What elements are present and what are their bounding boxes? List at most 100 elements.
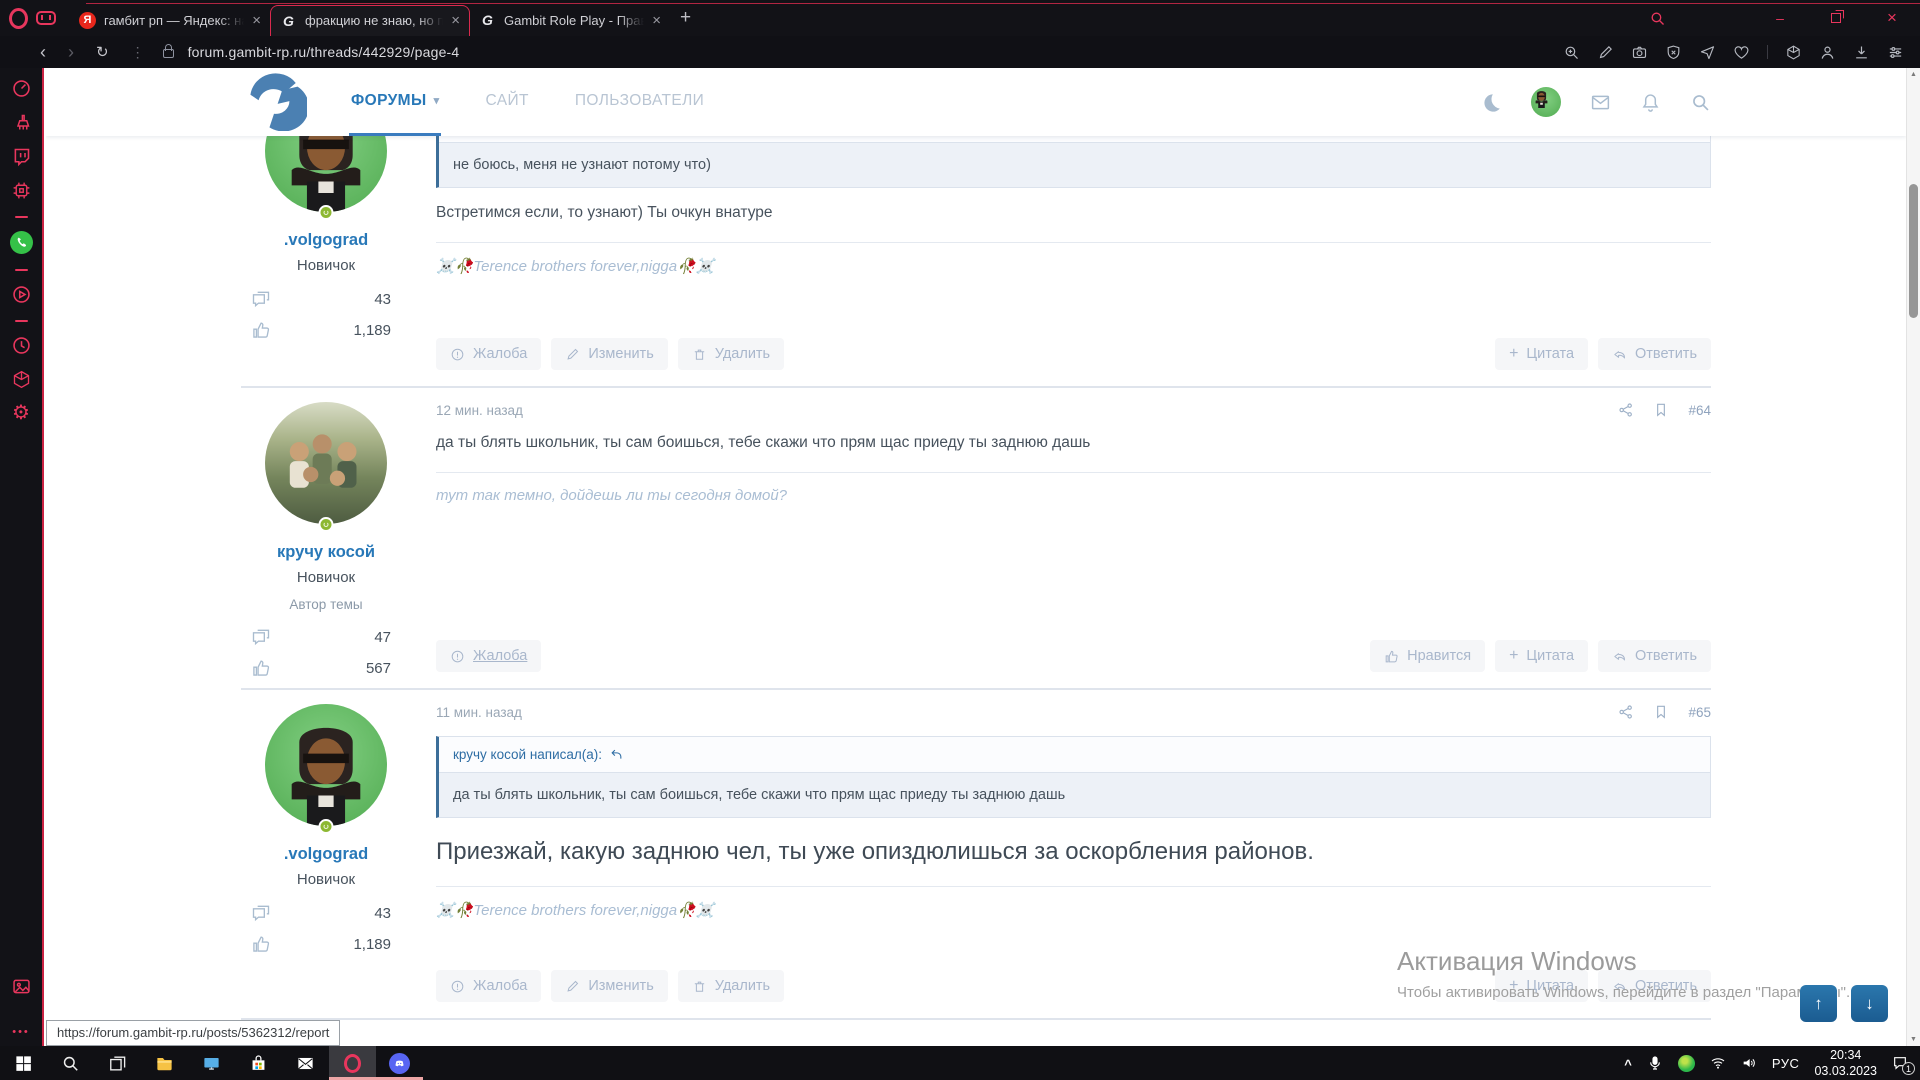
gx-mods-icon[interactable] xyxy=(11,180,32,201)
tab-search-icon[interactable] xyxy=(1649,10,1666,27)
avatar[interactable] xyxy=(265,136,387,212)
post-number-link[interactable]: #65 xyxy=(1688,705,1711,720)
lock-icon[interactable] xyxy=(163,49,174,58)
mail-app-button[interactable] xyxy=(282,1046,329,1080)
quote-button[interactable]: +Цитата xyxy=(1495,338,1588,370)
url-text[interactable]: forum.gambit-rp.ru/threads/442929/page-4 xyxy=(188,44,460,60)
delete-button[interactable]: Удалить xyxy=(678,338,784,370)
microsoft-store-button[interactable] xyxy=(235,1046,282,1080)
start-button[interactable] xyxy=(0,1046,47,1080)
scrollbar-up-arrow[interactable]: ▲ xyxy=(1907,71,1920,78)
tab-active-thread[interactable]: G фракцию не знаю, но по п × xyxy=(270,5,470,36)
bookmark-icon[interactable] xyxy=(1653,704,1669,720)
maximize-button[interactable] xyxy=(1808,3,1864,33)
dark-mode-moon-icon[interactable] xyxy=(1481,92,1502,113)
easy-setup-icon[interactable] xyxy=(1887,44,1904,61)
reply-button[interactable]: Ответить xyxy=(1598,970,1711,1002)
post-number-link[interactable]: #64 xyxy=(1688,403,1711,418)
tab-gambit-rules[interactable]: G Gambit Role Play - Правил × xyxy=(470,5,670,36)
close-tab-icon[interactable]: × xyxy=(652,13,661,28)
share-icon[interactable] xyxy=(1618,704,1634,720)
snapshot-icon[interactable] xyxy=(1631,44,1648,61)
file-explorer-button[interactable] xyxy=(141,1046,188,1080)
post-time[interactable]: 12 мин. назад xyxy=(436,403,523,418)
taskbar-clock[interactable]: 20:34 03.03.2023 xyxy=(1814,1047,1877,1080)
adblock-shield-icon[interactable] xyxy=(1665,44,1682,61)
site-options-icon[interactable]: ⋮ xyxy=(131,44,145,61)
share-icon[interactable] xyxy=(1618,402,1634,418)
extensions-cube-icon[interactable] xyxy=(1785,44,1802,61)
alerts-bell-icon[interactable] xyxy=(1640,92,1661,113)
tab-yandex[interactable]: Я гамбит рп — Яндекс: наш × xyxy=(70,5,270,36)
player-icon[interactable] xyxy=(11,284,32,305)
whatsapp-icon[interactable] xyxy=(10,231,33,254)
my-account-avatar[interactable] xyxy=(1531,87,1561,117)
username-link[interactable]: .volgograd xyxy=(284,845,368,864)
keyboard-language[interactable]: РУС xyxy=(1772,1056,1800,1071)
quote-button[interactable]: +Цитата xyxy=(1495,970,1588,1002)
nav-users[interactable]: ПОЛЬЗОВАТЕЛИ xyxy=(573,68,706,136)
like-button[interactable]: Нравится xyxy=(1370,640,1485,672)
edit-page-icon[interactable] xyxy=(1597,44,1614,61)
delete-button[interactable]: Удалить xyxy=(678,970,784,1002)
back-icon[interactable]: ‹ xyxy=(40,43,46,61)
report-button[interactable]: Жалоба xyxy=(436,640,541,672)
minimize-button[interactable]: – xyxy=(1752,3,1808,33)
opera-gx-taskbar-button[interactable] xyxy=(329,1046,376,1080)
username-link[interactable]: кручу косой xyxy=(277,543,375,562)
hidden-icons-chevron[interactable]: ^ xyxy=(1624,1057,1632,1072)
close-tab-icon[interactable]: × xyxy=(252,13,261,28)
reload-icon[interactable]: ↻ xyxy=(96,45,109,60)
jump-to-bottom-button[interactable]: ↓ xyxy=(1851,985,1888,1022)
gx-control-icon[interactable] xyxy=(11,78,32,99)
quote-button[interactable]: +Цитата xyxy=(1495,640,1588,672)
close-window-button[interactable]: × xyxy=(1864,3,1920,33)
sidebar-more-icon[interactable]: ••• xyxy=(12,1026,30,1038)
extensions-box-icon[interactable] xyxy=(11,369,32,390)
task-view-button[interactable] xyxy=(94,1046,141,1080)
discord-taskbar-button[interactable] xyxy=(376,1046,423,1080)
page-scrollbar[interactable]: ▲ ▼ xyxy=(1906,68,1920,1046)
gx-corner-icon[interactable] xyxy=(36,11,56,25)
quote-jump-icon[interactable] xyxy=(610,748,623,761)
settings-gear-icon[interactable]: ⚙ xyxy=(12,403,30,423)
reply-button[interactable]: Ответить xyxy=(1598,640,1711,672)
microphone-tray-icon[interactable] xyxy=(1647,1055,1663,1071)
twitch-icon[interactable] xyxy=(11,146,32,167)
edit-button[interactable]: Изменить xyxy=(551,338,667,370)
nav-forums[interactable]: ФОРУМЫ ▾ xyxy=(349,68,441,136)
snapshot-image-icon[interactable] xyxy=(11,976,32,997)
inbox-mail-icon[interactable] xyxy=(1590,92,1611,113)
search-icon[interactable] xyxy=(1690,92,1711,113)
report-button[interactable]: Жалоба xyxy=(436,338,541,370)
gx-cleaner-icon[interactable] xyxy=(11,112,32,133)
history-clock-icon[interactable] xyxy=(11,335,32,356)
reply-button[interactable]: Ответить xyxy=(1598,338,1711,370)
forward-icon[interactable]: › xyxy=(68,43,74,61)
downloads-icon[interactable] xyxy=(1853,44,1870,61)
bookmark-icon[interactable] xyxy=(1653,402,1669,418)
bookmark-heart-icon[interactable] xyxy=(1733,44,1750,61)
opera-menu-icon[interactable] xyxy=(9,8,28,29)
profile-icon[interactable] xyxy=(1819,44,1836,61)
zoom-icon[interactable] xyxy=(1563,44,1580,61)
taskbar-search-button[interactable] xyxy=(47,1046,94,1080)
action-center-button[interactable]: 1 xyxy=(1892,1055,1908,1071)
new-tab-button[interactable]: + xyxy=(680,7,691,29)
quote-header[interactable]: кручу косой написал(а): xyxy=(439,737,1710,772)
wifi-tray-icon[interactable] xyxy=(1710,1055,1726,1071)
send-to-flow-icon[interactable] xyxy=(1699,44,1716,61)
this-pc-button[interactable] xyxy=(188,1046,235,1080)
avatar[interactable] xyxy=(265,704,387,826)
volume-tray-icon[interactable] xyxy=(1741,1055,1757,1071)
nav-site[interactable]: САЙТ xyxy=(483,68,530,136)
scrollbar-down-arrow[interactable]: ▼ xyxy=(1907,1036,1920,1043)
post-time[interactable]: 11 мин. назад xyxy=(436,705,522,720)
avatar[interactable] xyxy=(265,402,387,524)
close-tab-icon[interactable]: × xyxy=(451,13,460,28)
report-button[interactable]: Жалоба xyxy=(436,970,541,1002)
gambit-logo[interactable] xyxy=(241,73,307,131)
edit-button[interactable]: Изменить xyxy=(551,970,667,1002)
username-link[interactable]: .volgograd xyxy=(284,231,368,250)
jump-to-top-button[interactable]: ↑ xyxy=(1800,985,1837,1022)
